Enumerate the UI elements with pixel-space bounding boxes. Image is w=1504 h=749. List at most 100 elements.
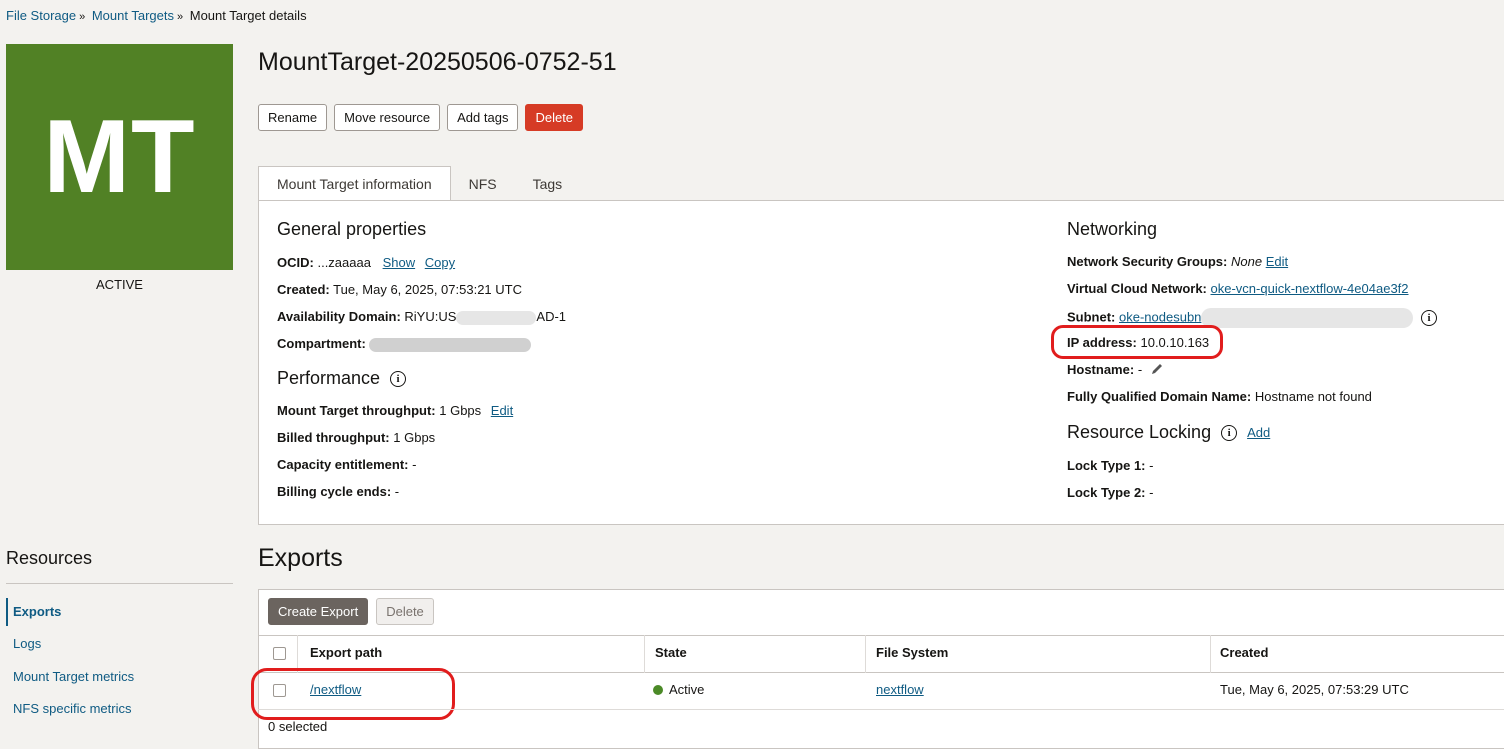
page-title: MountTarget-20250506-0752-51 — [258, 48, 617, 76]
resources-title: Resources — [6, 548, 93, 568]
billed-throughput-row: Billed throughput: 1 Gbps — [277, 430, 435, 445]
hostname-label: Hostname: — [1067, 362, 1135, 377]
lock-type-1-label: Lock Type 1: — [1067, 458, 1146, 473]
locking-add-link[interactable]: Add — [1247, 425, 1270, 440]
breadcrumb-separator: » — [176, 11, 184, 23]
ocid-copy-link[interactable]: Copy — [425, 255, 455, 270]
vcn-label: Virtual Cloud Network: — [1067, 281, 1207, 296]
column-separator — [865, 635, 866, 673]
networking-title-text: Networking — [1067, 219, 1158, 239]
column-header-created[interactable]: Created — [1220, 645, 1268, 660]
hostname-value: - — [1137, 362, 1143, 377]
column-header-state[interactable]: State — [655, 645, 687, 660]
availability-domain-suffix: AD-1 — [536, 309, 567, 324]
general-properties-title: General properties — [277, 219, 426, 240]
badge-initials: MT — [43, 98, 196, 215]
compartment-row: Compartment: — [277, 336, 532, 352]
export-state: Active — [653, 682, 704, 697]
general-properties-title-text: General properties — [277, 219, 427, 239]
exports-toolbar: Create Export Delete — [268, 598, 434, 625]
selected-count: 0 selected — [268, 719, 328, 734]
tab-nfs[interactable]: NFS — [451, 166, 515, 201]
sidebar-item-mount-target-metrics[interactable]: Mount Target metrics — [13, 669, 134, 684]
created-label: Created: — [277, 282, 330, 297]
hostname-row: Hostname: - — [1067, 362, 1164, 377]
resource-badge: MT — [6, 44, 233, 270]
availability-domain-prefix: RiYU:US — [404, 309, 457, 324]
breadcrumb-file-storage[interactable]: File Storage — [6, 8, 76, 23]
nsg-row: Network Security Groups: None Edit — [1067, 254, 1288, 269]
redacted-block — [1201, 308, 1414, 328]
throughput-edit-link[interactable]: Edit — [491, 403, 513, 418]
lock-type-2-label: Lock Type 2: — [1067, 485, 1146, 500]
subnet-label: Subnet: — [1067, 309, 1116, 325]
nsg-edit-link[interactable]: Edit — [1266, 254, 1288, 269]
billed-throughput-label: Billed throughput: — [277, 430, 390, 445]
delete-export-button[interactable]: Delete — [376, 598, 434, 625]
nsg-value: None — [1231, 254, 1263, 269]
sidebar-item-exports[interactable]: Exports — [13, 604, 61, 619]
ocid-label: OCID: — [277, 255, 314, 270]
ocid-show-link[interactable]: Show — [383, 255, 416, 270]
availability-domain-row: Availability Domain: RiYU:US AD-1 — [277, 309, 566, 325]
sidebar-item-nfs-metrics[interactable]: NFS specific metrics — [13, 701, 131, 716]
annotation-ellipse — [1051, 325, 1223, 359]
info-icon[interactable]: i — [1421, 310, 1438, 326]
capacity-label: Capacity entitlement: — [277, 457, 409, 472]
created-row: Created: Tue, May 6, 2025, 07:53:21 UTC — [277, 282, 522, 297]
performance-title: Performance i — [277, 368, 407, 389]
lock-type-1-row: Lock Type 1: - — [1067, 458, 1153, 473]
vcn-link[interactable]: oke-vcn-quick-nextflow-4e04ae3f2 — [1211, 281, 1409, 296]
file-system-link[interactable]: nextflow — [876, 682, 924, 697]
tab-mount-target-information[interactable]: Mount Target information — [258, 166, 451, 201]
tab-tags[interactable]: Tags — [515, 166, 581, 201]
breadcrumb-mount-targets[interactable]: Mount Targets — [92, 8, 174, 23]
lock-type-1-value: - — [1149, 458, 1154, 473]
column-header-export-path[interactable]: Export path — [310, 645, 382, 660]
rename-button[interactable]: Rename — [258, 104, 328, 131]
throughput-value: 1 Gbps — [439, 403, 482, 418]
ocid-value: ...zaaaaa — [317, 255, 371, 270]
info-icon[interactable]: i — [1221, 424, 1238, 441]
divider — [6, 583, 233, 584]
billing-cycle-value: - — [394, 484, 400, 499]
billed-throughput-value: 1 Gbps — [393, 430, 436, 445]
throughput-row: Mount Target throughput: 1 Gbps Edit — [277, 403, 513, 418]
export-state-text: Active — [669, 682, 705, 697]
column-separator — [1210, 635, 1211, 673]
breadcrumb-separator: » — [79, 11, 86, 23]
compartment-label: Compartment: — [277, 336, 366, 351]
resource-locking-title-text: Resource Locking — [1067, 422, 1212, 442]
billing-cycle-row: Billing cycle ends: - — [277, 484, 399, 499]
redacted-block — [456, 310, 537, 325]
fqdn-row: Fully Qualified Domain Name: Hostname no… — [1067, 389, 1372, 404]
move-resource-button[interactable]: Move resource — [334, 104, 441, 131]
column-header-file-system[interactable]: File System — [876, 645, 948, 660]
fqdn-label: Fully Qualified Domain Name: — [1067, 389, 1252, 404]
capacity-row: Capacity entitlement: - — [277, 457, 416, 472]
breadcrumb: File Storage» Mount Targets» Mount Targe… — [6, 8, 307, 23]
info-panel — [258, 200, 1504, 525]
action-bar: Rename Move resource Add tags Delete — [258, 104, 584, 131]
availability-domain-label: Availability Domain: — [277, 309, 401, 324]
active-status-dot — [653, 685, 663, 695]
add-tags-button[interactable]: Add tags — [447, 104, 519, 131]
export-created: Tue, May 6, 2025, 07:53:29 UTC — [1220, 682, 1409, 697]
row-divider — [258, 709, 1504, 710]
performance-title-text: Performance — [277, 368, 381, 388]
active-indicator — [6, 598, 8, 626]
lifecycle-state: ACTIVE — [96, 277, 143, 292]
subnet-link[interactable]: oke-nodesubn — [1119, 309, 1201, 324]
pencil-icon[interactable] — [1150, 362, 1164, 376]
billing-cycle-label: Billing cycle ends: — [277, 484, 392, 499]
ocid-row: OCID: ...zaaaaa Show Copy — [277, 255, 455, 270]
create-export-button[interactable]: Create Export — [268, 598, 369, 625]
tab-bar: Mount Target information NFS Tags — [258, 166, 580, 201]
fqdn-value: Hostname not found — [1254, 389, 1372, 404]
delete-button[interactable]: Delete — [525, 104, 584, 131]
select-all-checkbox[interactable] — [273, 647, 286, 660]
annotation-ellipse — [251, 668, 455, 720]
info-icon[interactable]: i — [390, 370, 407, 387]
sidebar-item-logs[interactable]: Logs — [13, 636, 41, 651]
vcn-row: Virtual Cloud Network: oke-vcn-quick-nex… — [1067, 281, 1409, 296]
